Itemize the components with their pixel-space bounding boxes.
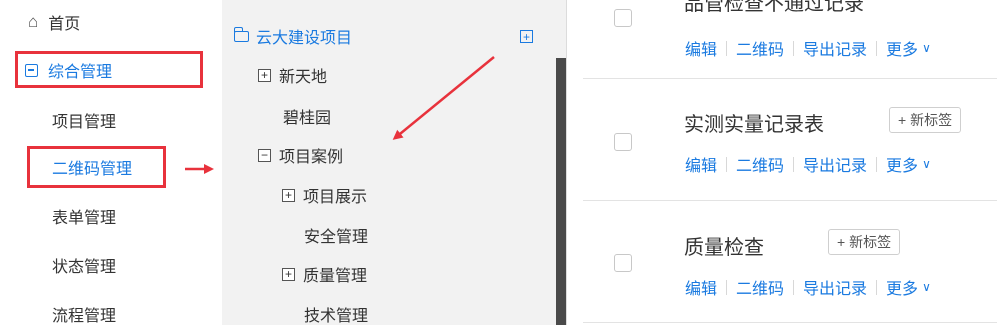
annotation-arrows (185, 56, 495, 174)
arrow-to-node (392, 56, 495, 140)
